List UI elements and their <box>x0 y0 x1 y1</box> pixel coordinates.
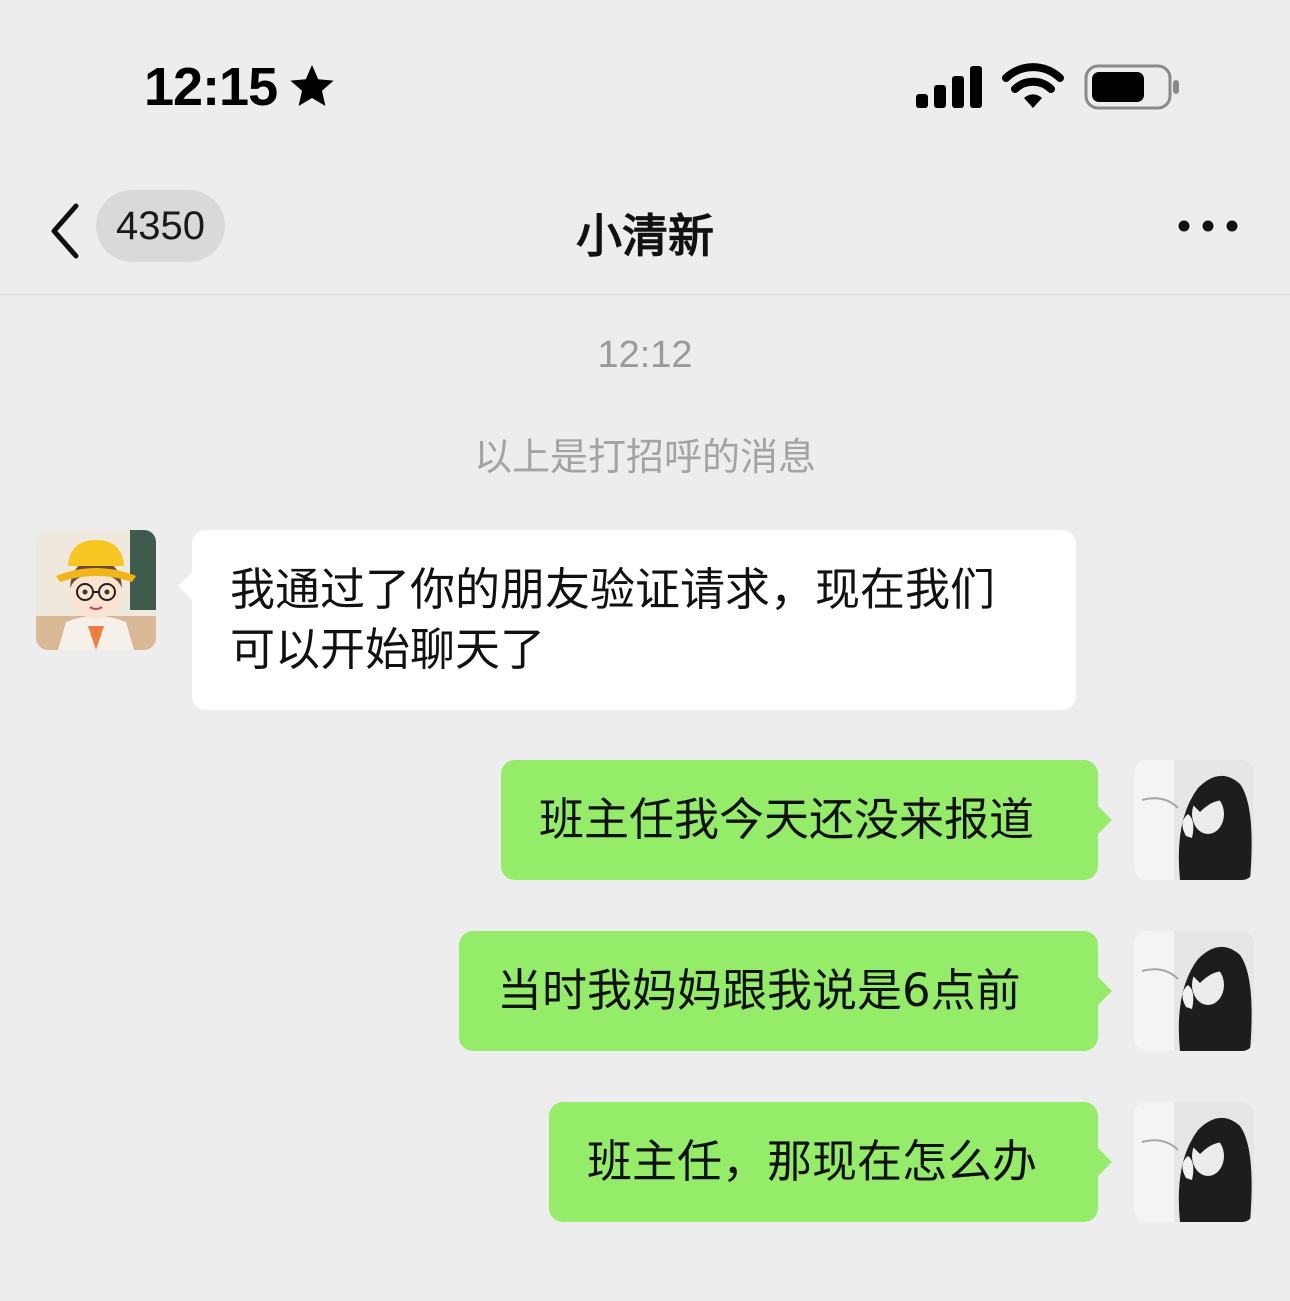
bubble-tail <box>178 572 192 600</box>
chat-screen: 12:15 4350 小清新 12:12 以上是打招呼的消息 我通过了你的朋友验… <box>0 0 1290 1301</box>
chat-title: 小清新 <box>576 209 714 263</box>
message-text: 我通过了你的朋友验证请求，现在我们可以开始聊天了 <box>230 563 996 676</box>
outgoing-message-bubble[interactable]: 当时我妈妈跟我说是6点前 <box>459 931 1112 1051</box>
my-avatar[interactable] <box>1134 760 1254 880</box>
battery-icon <box>1084 64 1179 110</box>
outgoing-message-bubble[interactable]: 班主任，那现在怎么办 <box>549 1102 1112 1222</box>
my-avatar[interactable] <box>1134 1102 1254 1222</box>
user-photo-avatar-icon <box>1134 931 1254 1051</box>
message-text: 班主任我今天还没来报道 <box>539 793 1035 846</box>
status-time: 12:15 <box>144 57 278 117</box>
contact-avatar[interactable] <box>36 530 156 650</box>
user-photo-avatar-icon <box>1134 1102 1254 1222</box>
bubble-tail <box>1098 806 1112 834</box>
wifi-icon <box>1002 63 1064 108</box>
more-dots-icon[interactable] <box>1170 206 1246 246</box>
nav-bar: 4350 小清新 <box>0 160 1290 295</box>
star-icon <box>290 65 334 106</box>
system-note: 以上是打招呼的消息 <box>473 435 816 479</box>
my-avatar[interactable] <box>1134 931 1254 1051</box>
incoming-message-bubble[interactable]: 我通过了你的朋友验证请求，现在我们可以开始聊天了 <box>178 530 1076 710</box>
bubble-tail <box>1098 977 1112 1005</box>
message-text: 班主任，那现在怎么办 <box>587 1135 1038 1188</box>
cartoon-girl-avatar-icon <box>36 530 156 650</box>
message-timestamp: 12:12 <box>597 334 693 376</box>
outgoing-message-bubble[interactable]: 班主任我今天还没来报道 <box>501 760 1112 880</box>
user-photo-avatar-icon <box>1134 760 1254 880</box>
signal-icon <box>916 66 982 108</box>
bubble-tail <box>1098 1148 1112 1176</box>
message-text: 当时我妈妈跟我说是6点前 <box>497 964 1021 1017</box>
